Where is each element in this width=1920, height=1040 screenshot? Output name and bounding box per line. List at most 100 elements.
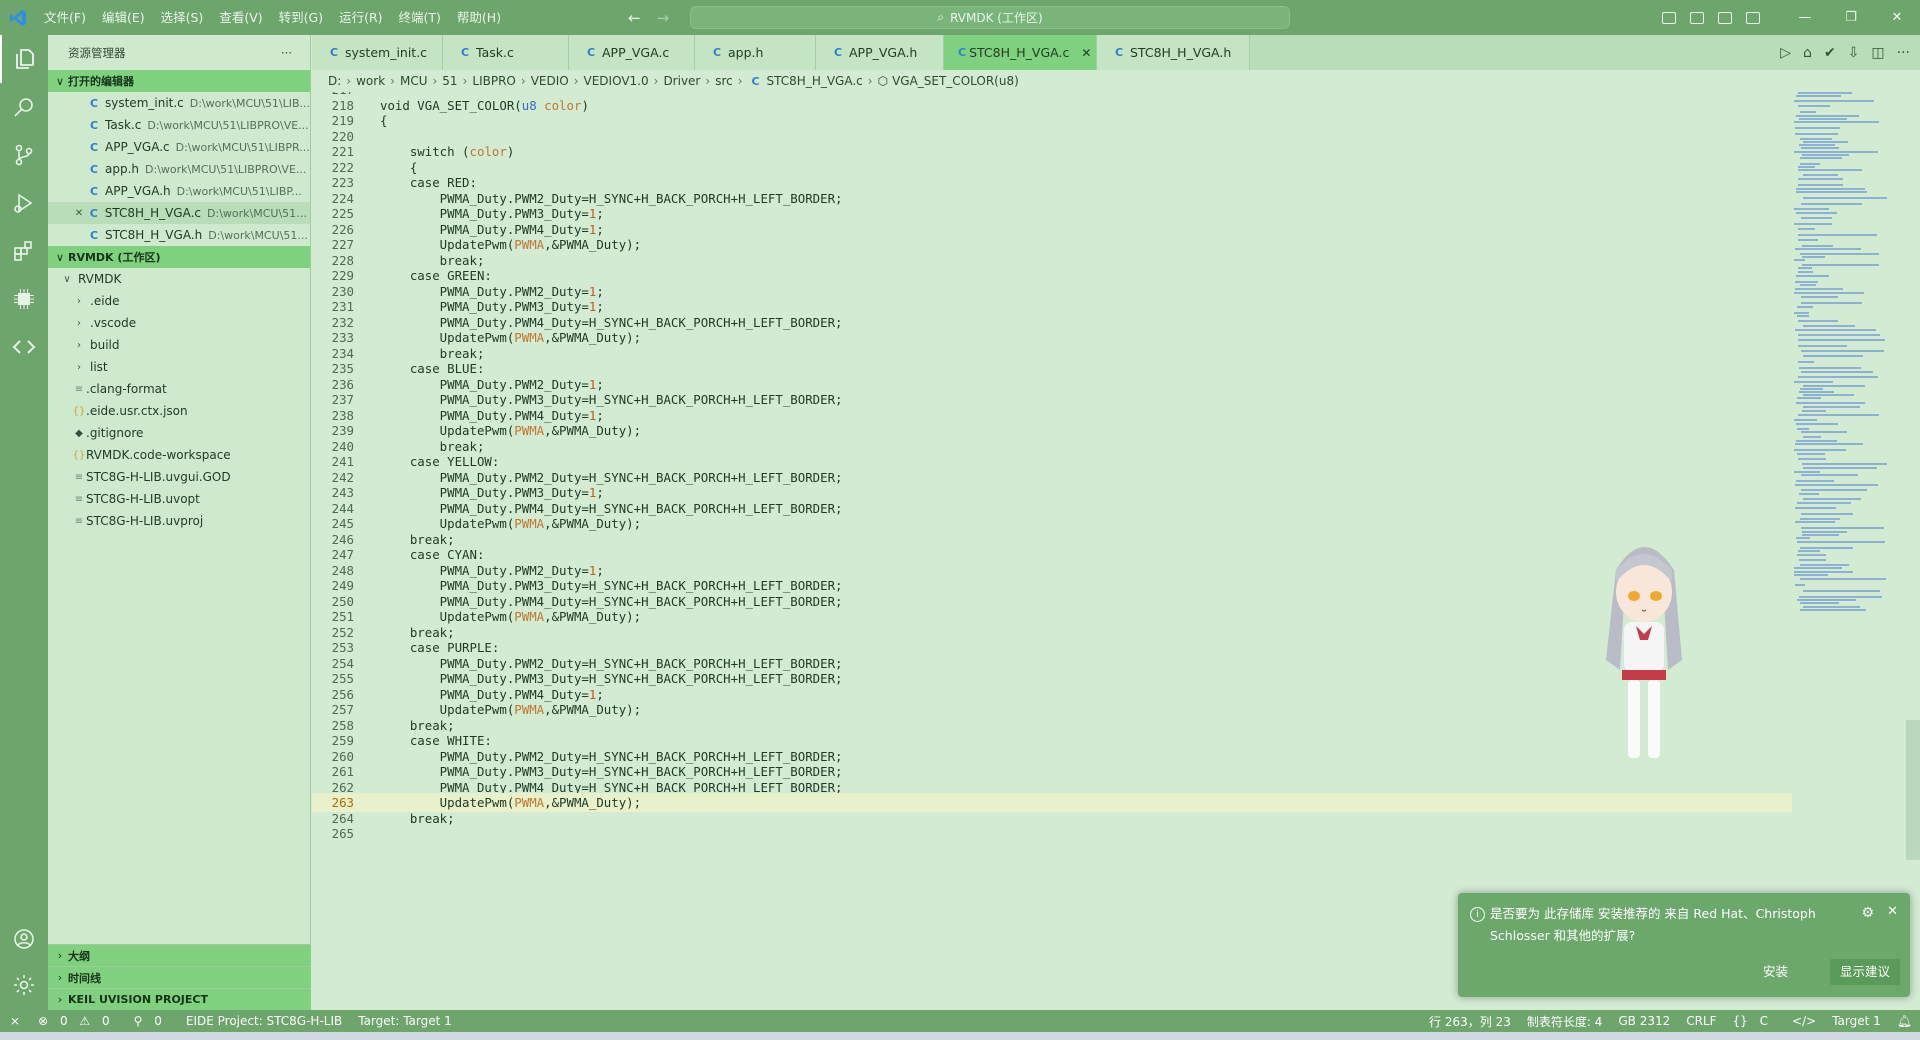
menu-view[interactable]: 查看(V) bbox=[211, 0, 270, 35]
eol[interactable]: CRLF bbox=[1678, 1014, 1724, 1028]
breadcrumb-item[interactable]: VEDIOV1.0 bbox=[584, 74, 649, 88]
breadcrumb-item[interactable]: STC8H_H_VGA.c bbox=[767, 74, 863, 88]
menu-go[interactable]: 转到(G) bbox=[271, 0, 331, 35]
extensions-icon[interactable] bbox=[0, 227, 48, 275]
menu-run[interactable]: 运行(R) bbox=[331, 0, 390, 35]
search-view-icon[interactable] bbox=[0, 83, 48, 131]
timeline-header[interactable]: › 时间线 bbox=[48, 966, 311, 988]
tree-file[interactable]: ◆ .gitignore bbox=[48, 422, 310, 444]
tree-folder[interactable]: › .vscode bbox=[48, 312, 310, 334]
account-icon[interactable] bbox=[0, 915, 48, 963]
breadcrumb-item[interactable]: 51 bbox=[442, 74, 457, 88]
close-icon[interactable]: ✕ bbox=[72, 208, 86, 219]
breadcrumb-item[interactable]: D: bbox=[328, 74, 341, 88]
tab-app-vga-c[interactable]: C APP_VGA.c bbox=[569, 35, 695, 70]
remote-icon[interactable]: ⨯ bbox=[0, 1014, 30, 1028]
tab-size[interactable]: 制表符长度: 4 bbox=[1519, 1013, 1611, 1030]
breadcrumb-item[interactable]: VEDIO bbox=[531, 74, 569, 88]
settings-gear-icon[interactable] bbox=[0, 961, 48, 1009]
eide-project[interactable]: EIDE Project: STC8G-H-LIB bbox=[178, 1014, 350, 1028]
breadcrumb-item[interactable]: work bbox=[356, 74, 385, 88]
close-tab-icon[interactable]: ✕ bbox=[1081, 46, 1091, 60]
ports-indicator[interactable]: ⚲ 0 bbox=[126, 1014, 178, 1028]
tree-file[interactable]: ≡ STC8G-H-LIB.uvopt bbox=[48, 488, 310, 510]
keil-project-header[interactable]: › KEIL UVISION PROJECT bbox=[48, 988, 311, 1010]
breadcrumb-item[interactable]: VGA_SET_COLOR(u8) bbox=[892, 74, 1019, 88]
tree-file[interactable]: {} RVMDK.code-workspace bbox=[48, 444, 310, 466]
run-debug-icon[interactable] bbox=[0, 179, 48, 227]
scrollbar-thumb[interactable] bbox=[1906, 720, 1920, 860]
customize-layout-icon[interactable] bbox=[1746, 11, 1760, 24]
open-editor-item[interactable]: C APP_VGA.h D:\work\MCU\51\LIBP... bbox=[48, 180, 310, 202]
problems-indicator[interactable]: ⊗ 0 ⚠ 0 bbox=[30, 1014, 126, 1028]
install-button[interactable]: 安装 bbox=[1751, 959, 1800, 985]
back-arrow-icon[interactable]: ← bbox=[628, 9, 641, 27]
breadcrumb-item[interactable]: LIBPRO bbox=[472, 74, 515, 88]
tree-file[interactable]: {} .eide.usr.ctx.json bbox=[48, 400, 310, 422]
tab-stc8h-h-vga-c[interactable]: C STC8H_H_VGA.c ✕ bbox=[944, 35, 1097, 70]
menu-help[interactable]: 帮助(H) bbox=[449, 0, 509, 35]
language-mode[interactable]: {} C bbox=[1725, 1014, 1784, 1028]
flash-icon[interactable]: ✔ bbox=[1824, 45, 1836, 61]
tree-folder[interactable]: › .eide bbox=[48, 290, 310, 312]
open-editor-item[interactable]: Capp.h D:\work\MCU\51\LIBPRO\VE... bbox=[48, 158, 310, 180]
menu-terminal[interactable]: 终端(T) bbox=[391, 0, 449, 35]
open-editor-item-active[interactable]: ✕ C STC8H_H_VGA.c D:\work\MCU\51\... bbox=[48, 202, 310, 224]
minimize-button[interactable]: — bbox=[1782, 0, 1828, 35]
breadcrumb-item[interactable]: Driver bbox=[663, 74, 700, 88]
workspace-header[interactable]: ∨ RVMDK (工作区) bbox=[48, 246, 310, 268]
eide-target[interactable]: Target: Target 1 bbox=[350, 1014, 460, 1028]
source-control-icon[interactable] bbox=[0, 131, 48, 179]
show-recommendations-button[interactable]: 显示建议 bbox=[1829, 959, 1900, 985]
breadcrumb-item[interactable]: MCU bbox=[400, 74, 428, 88]
close-window-button[interactable]: ✕ bbox=[1874, 0, 1920, 35]
open-editor-item[interactable]: Csystem_init.c D:\work\MCU\51\LIB... bbox=[48, 92, 310, 114]
tree-folder[interactable]: › build bbox=[48, 334, 310, 356]
toggle-panel-icon[interactable] bbox=[1690, 11, 1704, 24]
tab-app-h[interactable]: Capp.h bbox=[695, 35, 816, 70]
encoding[interactable]: GB 2312 bbox=[1610, 1014, 1678, 1028]
remote-explorer-icon[interactable] bbox=[0, 323, 48, 371]
tree-folder[interactable]: › list bbox=[48, 356, 310, 378]
toggle-secondary-sidebar-icon[interactable] bbox=[1718, 11, 1732, 24]
toggle-primary-sidebar-icon[interactable] bbox=[1662, 11, 1676, 24]
remote-code-icon[interactable]: </> bbox=[1784, 1014, 1824, 1028]
menu-selection[interactable]: 选择(S) bbox=[153, 0, 212, 35]
bell-icon[interactable]: 🔔︎ bbox=[1889, 1014, 1920, 1028]
download-icon[interactable]: ⇩ bbox=[1848, 45, 1860, 61]
tree-file[interactable]: ≡ STC8G-H-LIB.uvgui.GOD bbox=[48, 466, 310, 488]
open-editor-item[interactable]: C STC8H_H_VGA.h D:\work\MCU\51... bbox=[48, 224, 310, 246]
close-icon[interactable]: ✕ bbox=[1887, 904, 1898, 919]
tab-stc8h-h-vga-h[interactable]: C STC8H_H_VGA.h bbox=[1097, 35, 1250, 70]
outline-header[interactable]: › 大纲 bbox=[48, 944, 311, 966]
minimap-line bbox=[1798, 550, 1820, 552]
tab-task-c[interactable]: C Task.c bbox=[443, 35, 569, 70]
chip-icon[interactable] bbox=[0, 275, 48, 323]
command-center[interactable]: ⌕ RVMDK (工作区) bbox=[690, 6, 1290, 29]
code-line[interactable]: 265 bbox=[312, 824, 1792, 843]
breadcrumb-item[interactable]: src bbox=[715, 74, 733, 88]
explorer-icon[interactable] bbox=[0, 35, 48, 83]
build-icon[interactable]: ⌂ bbox=[1803, 45, 1812, 61]
cursor-position[interactable]: 行 263，列 23 bbox=[1421, 1013, 1519, 1030]
open-editors-header[interactable]: ∨ 打开的编辑器 bbox=[48, 70, 310, 92]
menu-file[interactable]: 文件(F) bbox=[36, 0, 94, 35]
restore-button[interactable]: ❐ bbox=[1828, 0, 1874, 35]
tree-file[interactable]: ≡ .clang-format bbox=[48, 378, 310, 400]
more-actions-icon[interactable]: ··· bbox=[1897, 45, 1910, 61]
minimap-line bbox=[1802, 264, 1879, 266]
split-editor-icon[interactable]: ◫ bbox=[1871, 45, 1884, 61]
tab-system-init-c[interactable]: Csystem_init.c bbox=[312, 35, 443, 70]
menu-edit[interactable]: 编辑(E) bbox=[94, 0, 153, 35]
run-icon[interactable]: ▷ bbox=[1780, 45, 1791, 61]
tab-app-vga-h[interactable]: C APP_VGA.h bbox=[816, 35, 944, 70]
tree-root-folder[interactable]: ∨ RVMDK bbox=[48, 268, 310, 290]
gear-icon[interactable]: ⚙ bbox=[1861, 905, 1874, 921]
target-indicator[interactable]: Target 1 bbox=[1824, 1014, 1889, 1028]
tree-file[interactable]: ≡ STC8G-H-LIB.uvproj bbox=[48, 510, 310, 532]
forward-arrow-icon[interactable]: → bbox=[657, 9, 670, 27]
more-actions-icon[interactable]: ··· bbox=[281, 46, 292, 60]
open-editor-item[interactable]: C Task.c D:\work\MCU\51\LIBPRO\VE... bbox=[48, 114, 310, 136]
minimap[interactable] bbox=[1790, 92, 1900, 632]
open-editor-item[interactable]: C APP_VGA.c D:\work\MCU\51\LIBPR... bbox=[48, 136, 310, 158]
